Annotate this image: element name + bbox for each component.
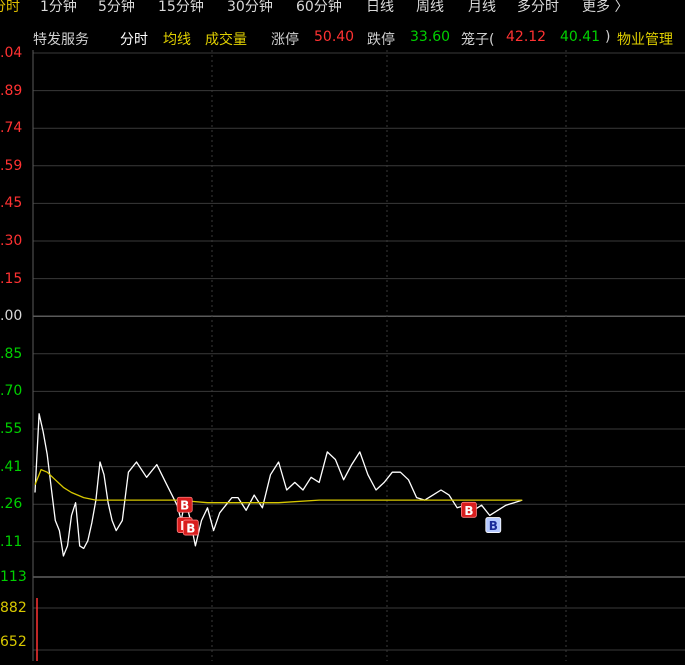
period-tab-7[interactable]: 周线 [416, 0, 444, 16]
period-tab-9[interactable]: 多分时 [517, 0, 559, 16]
y-tick-label-11: .41 [0, 458, 23, 475]
period-tab-6[interactable]: 日线 [366, 0, 394, 16]
y-tick-label-7: .00 [0, 308, 23, 325]
y-tick-label-4: .45 [0, 195, 23, 212]
y-tick-label-0: .04 [0, 45, 23, 61]
cage-label: 笼子( [461, 32, 495, 48]
period-tab-3[interactable]: 15分钟 [158, 0, 204, 16]
period-tab-10[interactable]: 更多 〉 [582, 0, 628, 16]
trade-marker-label-4: B [489, 519, 498, 533]
y-tick-label-12: .26 [0, 496, 23, 513]
period-tab-0[interactable]: 分时 [0, 0, 20, 16]
cage-low-value: 40.41 [560, 29, 601, 45]
limit-up-label: 涨停 [271, 32, 299, 48]
y-tick-label-1: .89 [0, 82, 23, 99]
y-tick-label-2: .74 [0, 120, 23, 137]
trade-marker-label-0: B [180, 499, 189, 513]
period-tab-5[interactable]: 60分钟 [296, 0, 342, 16]
period-tab-bar: 分时 1分钟 5分钟 15分钟 30分钟 60分钟 日线 周线 月线 多分时 更多 〉 [0, 0, 685, 22]
period-tab-4[interactable]: 30分钟 [227, 0, 273, 16]
y-tick-label-15: 882 [0, 600, 27, 616]
volume-label[interactable]: 成交量 [205, 29, 247, 49]
y-tick-label-16: 652 [0, 634, 27, 650]
trade-marker-label-3: B [464, 504, 473, 518]
series-line-average [34, 468, 523, 504]
special-service-button[interactable]: 特发服务 [33, 29, 89, 49]
y-tick-label-8: .85 [0, 345, 23, 362]
y-tick-label-3: .59 [0, 157, 23, 174]
series-line-price [34, 413, 523, 557]
y-tick-label-10: .55 [0, 421, 23, 437]
period-tab-2[interactable]: 5分钟 [98, 0, 135, 16]
cage-close: ) [605, 29, 611, 45]
limit-down-value: 33.60 [410, 29, 451, 45]
y-tick-label-14: 113 [0, 569, 27, 585]
y-tick-label-13: .11 [0, 533, 23, 550]
sector-label[interactable]: 物业管理 [617, 29, 673, 49]
y-tick-label-9: .70 [0, 383, 23, 400]
period-tab-1[interactable]: 1分钟 [40, 0, 77, 16]
limit-down-label: 跌停 [367, 32, 395, 48]
trade-marker-label-2: B [186, 522, 195, 536]
intraday-label[interactable]: 分时 [120, 29, 148, 49]
y-tick-label-6: .15 [0, 270, 23, 287]
intraday-chart-svg: BBBBB [32, 50, 685, 661]
limit-up-value: 50.40 [314, 29, 355, 45]
avg-line-label[interactable]: 均线 [163, 29, 191, 49]
y-tick-label-5: .30 [0, 233, 23, 249]
info-bar: 特发服务 分时 均线 成交量 涨停 50.40 跌停 33.60 笼子( 42.… [0, 26, 685, 50]
intraday-chart[interactable]: BBBBB .04 .89 .74 .59 .45 .30 .15 .00 .85 .70 .55.… [0, 45, 685, 661]
cage-high-value: 42.12 [506, 29, 547, 45]
period-tab-8[interactable]: 月线 [468, 0, 496, 16]
